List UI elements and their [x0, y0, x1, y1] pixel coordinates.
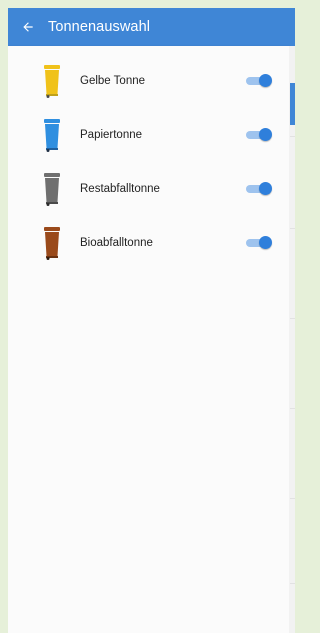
screen: Tonnenauswahl Gelbe Tonne Papiertonne Re…: [8, 8, 295, 633]
background-content: [289, 46, 295, 633]
background-divider: [290, 136, 295, 137]
background-divider: [290, 318, 295, 319]
background-accent: [290, 83, 295, 125]
bin-label: Restabfalltonne: [80, 183, 160, 195]
background-divider: [290, 408, 295, 409]
gray-bin-icon: [44, 173, 60, 206]
yellow-bin-icon: [44, 65, 60, 98]
app-bar: Tonnenauswahl: [8, 8, 295, 46]
arrow-left-icon: [23, 22, 33, 32]
bin-item-bioabfalltonne[interactable]: Bioabfalltonne: [8, 216, 289, 270]
page-title: Tonnenauswahl: [48, 19, 151, 35]
background-divider: [290, 583, 295, 584]
bin-item-papiertonne[interactable]: Papiertonne: [8, 108, 289, 162]
bin-item-restabfalltonne[interactable]: Restabfalltonne: [8, 162, 289, 216]
bin-label: Papiertonne: [80, 129, 143, 141]
bin-toggle[interactable]: [246, 127, 272, 143]
bin-label: Bioabfalltonne: [80, 237, 153, 249]
bin-toggle[interactable]: [246, 181, 272, 197]
brown-bin-icon: [44, 227, 60, 260]
toggle-knob: [259, 74, 272, 87]
background-divider: [290, 228, 295, 229]
blue-bin-icon: [44, 119, 60, 152]
toggle-knob: [259, 128, 272, 141]
bin-label: Gelbe Tonne: [80, 75, 146, 87]
toggle-knob: [259, 182, 272, 195]
bin-toggle[interactable]: [246, 235, 272, 251]
bin-selection-list: Gelbe Tonne Papiertonne Restabfalltonne …: [8, 46, 289, 633]
back-button[interactable]: [8, 8, 48, 46]
toggle-knob: [259, 236, 272, 249]
bin-toggle[interactable]: [246, 73, 272, 89]
bin-item-gelbe-tonne[interactable]: Gelbe Tonne: [8, 54, 289, 108]
background-divider: [290, 498, 295, 499]
